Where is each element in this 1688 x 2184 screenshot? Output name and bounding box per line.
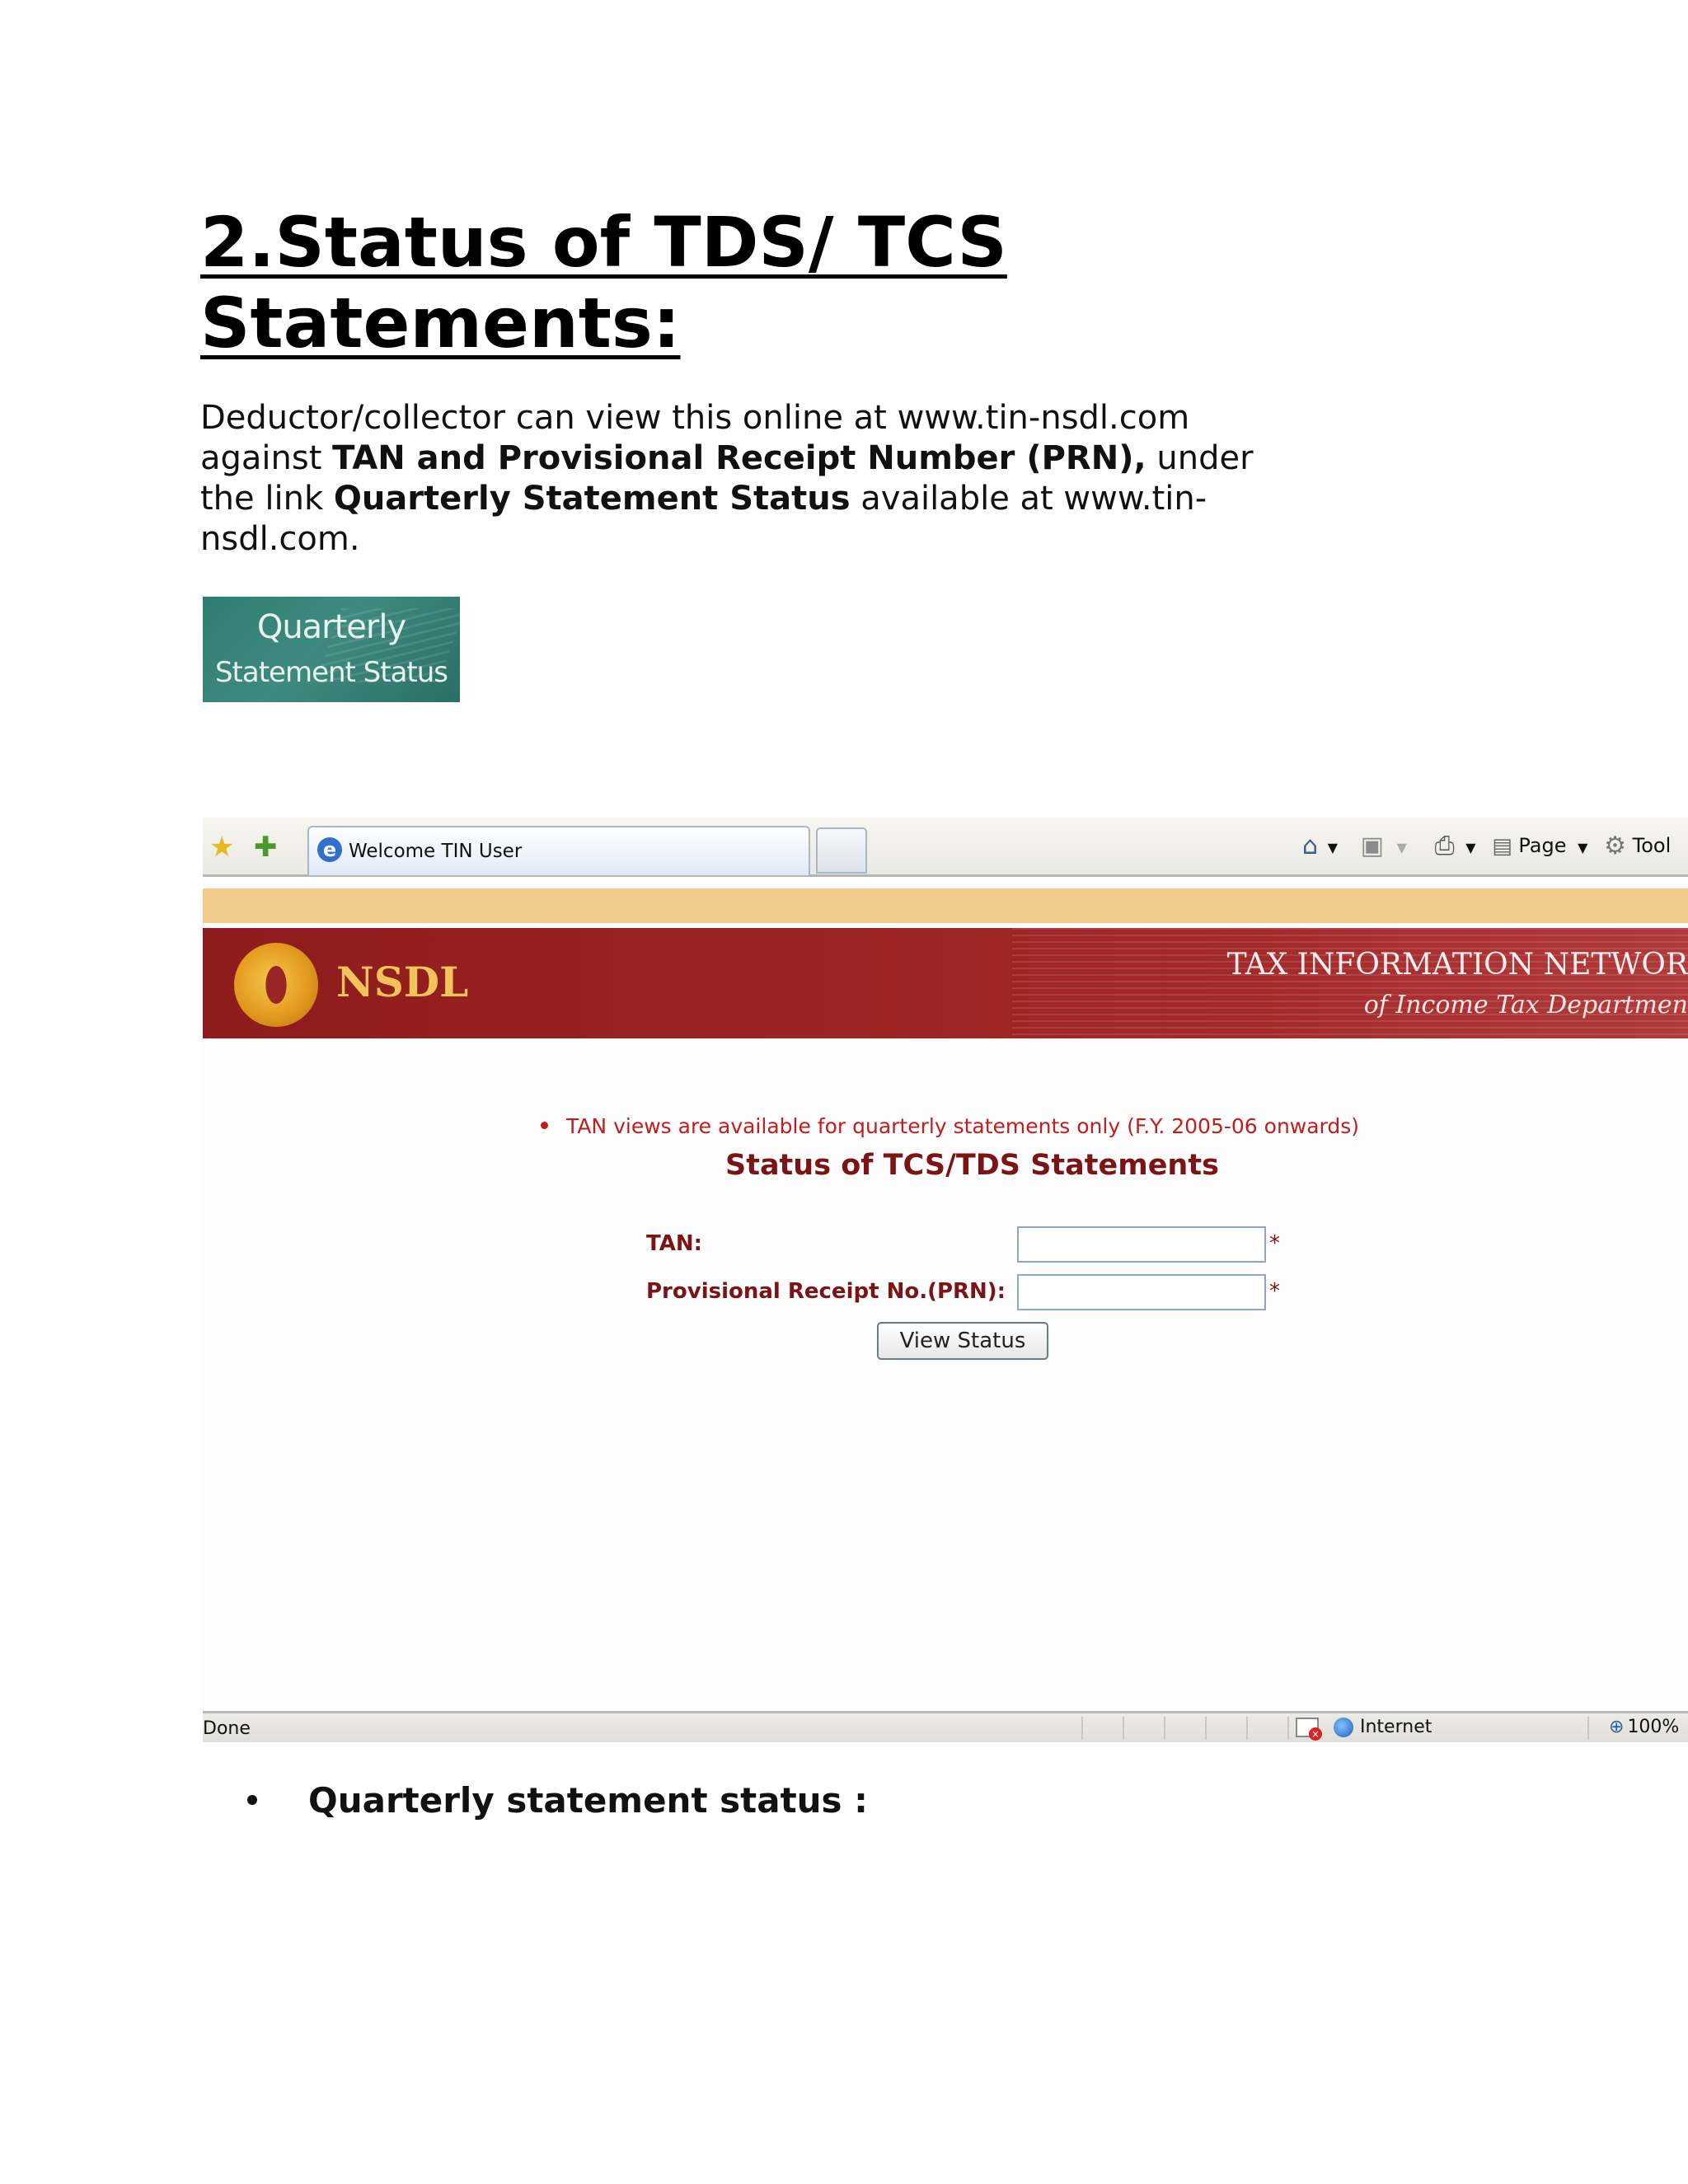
header-stripes (1012, 928, 1688, 1038)
nsdl-brand: NSDL (336, 958, 469, 1006)
statusbar-divider (1123, 1717, 1124, 1740)
feeds-dropdown-icon: ▼ (1396, 840, 1407, 855)
page-icon: ▤ (1492, 834, 1512, 859)
tab-title: Welcome TIN User (349, 841, 523, 862)
browser-screenshot: ★ ✚ e Welcome TIN User ⌂ ▼ ▣ ▼ ⎙ ▼ ▤ Pag… (203, 818, 1688, 1742)
top-band (203, 888, 1688, 923)
prn-required-mark: * (1269, 1279, 1280, 1304)
feeds-icon[interactable]: ▣ (1361, 830, 1384, 863)
heading-line-1: 2.Status of TDS/ TCS (200, 202, 1007, 283)
tan-notice: TAN views are available for quarterly st… (541, 1114, 1359, 1138)
quarterly-statement-status-banner[interactable]: Quarterly Statement Status (203, 597, 460, 702)
toolbar-right: ⌂ ▼ ▣ ▼ ⎙ ▼ ▤ Page ▼ ⚙ Tool (1302, 829, 1671, 865)
print-dropdown-icon[interactable]: ▼ (1465, 840, 1475, 855)
heading-line-2: Statements: (200, 283, 681, 363)
security-zone[interactable]: Internet (1334, 1717, 1432, 1737)
internet-globe-icon (1334, 1718, 1353, 1737)
nsdl-logo-icon (234, 943, 318, 1027)
zoom-magnifier-icon: ⊕ (1609, 1717, 1625, 1737)
intro-paragraph: Deductor/collector can view this online … (200, 398, 1305, 560)
page-dropdown-icon[interactable]: ▼ (1578, 840, 1587, 855)
notice-text: TAN views are available for quarterly st… (566, 1114, 1360, 1138)
prn-label: Provisional Receipt No.(PRN): (646, 1279, 1006, 1304)
banner-line-1: Quarterly (256, 608, 406, 646)
intro-bold-link-name: Quarterly Statement Status (333, 480, 851, 518)
tin-subtitle: of Income Tax Departmen (1363, 991, 1688, 1019)
favorites-star-icon[interactable]: ★ (209, 832, 234, 862)
bullet-marker (247, 1794, 257, 1805)
statusbar-divider (1246, 1717, 1248, 1740)
home-dropdown-icon[interactable]: ▼ (1328, 840, 1338, 855)
statusbar-divider (1287, 1717, 1289, 1740)
zoom-control[interactable]: ⊕ 100% (1609, 1717, 1679, 1737)
tan-required-mark: * (1269, 1231, 1280, 1256)
page-heading: 2.Status of TDS/ TCS Statements: (200, 202, 1107, 363)
prn-input[interactable] (1017, 1274, 1266, 1310)
statusbar-divider (1587, 1717, 1589, 1740)
tan-input[interactable] (1017, 1226, 1266, 1263)
print-icon[interactable]: ⎙ (1435, 830, 1455, 863)
statusbar-divider (1205, 1717, 1207, 1740)
bullet-item: Quarterly statement status : (247, 1780, 868, 1821)
protected-mode-icon[interactable]: × (1296, 1718, 1322, 1741)
zoom-level: 100% (1627, 1717, 1680, 1737)
banner-line-2: Statement Status (214, 656, 448, 689)
intro-bold-tan-prn: TAN and Provisional Receipt Number (PRN)… (332, 439, 1146, 477)
tin-title: TAX INFORMATION NETWOR (1226, 948, 1688, 982)
browser-statusbar: Done × Internet ⊕ 100% (203, 1711, 1688, 1742)
ie-logo-icon: e (317, 837, 342, 862)
form-title: Status of TCS/TDS Statements (725, 1149, 1219, 1182)
tools-menu[interactable]: Tool (1633, 834, 1672, 857)
browser-tab[interactable]: e Welcome TIN User (307, 826, 810, 875)
statusbar-divider (1164, 1717, 1165, 1740)
browser-toolbar: ★ ✚ e Welcome TIN User ⌂ ▼ ▣ ▼ ⎙ ▼ ▤ Pag… (203, 818, 1688, 877)
view-status-button[interactable]: View Status (877, 1322, 1048, 1360)
tools-gear-icon: ⚙ (1604, 832, 1627, 860)
notice-bullet (541, 1121, 548, 1129)
new-tab-button[interactable] (816, 827, 867, 874)
nsdl-header: NSDL TAX INFORMATION NETWOR of Income Ta… (203, 928, 1688, 1038)
bullet-text: Quarterly statement status : (308, 1780, 868, 1821)
tan-label: TAN: (646, 1231, 702, 1256)
zone-label: Internet (1360, 1717, 1432, 1737)
home-icon[interactable]: ⌂ (1302, 830, 1318, 863)
add-favorites-icon[interactable]: ✚ (254, 832, 278, 862)
page-menu[interactable]: Page (1518, 834, 1566, 857)
status-text: Done (203, 1718, 251, 1739)
statusbar-divider (1081, 1717, 1083, 1740)
